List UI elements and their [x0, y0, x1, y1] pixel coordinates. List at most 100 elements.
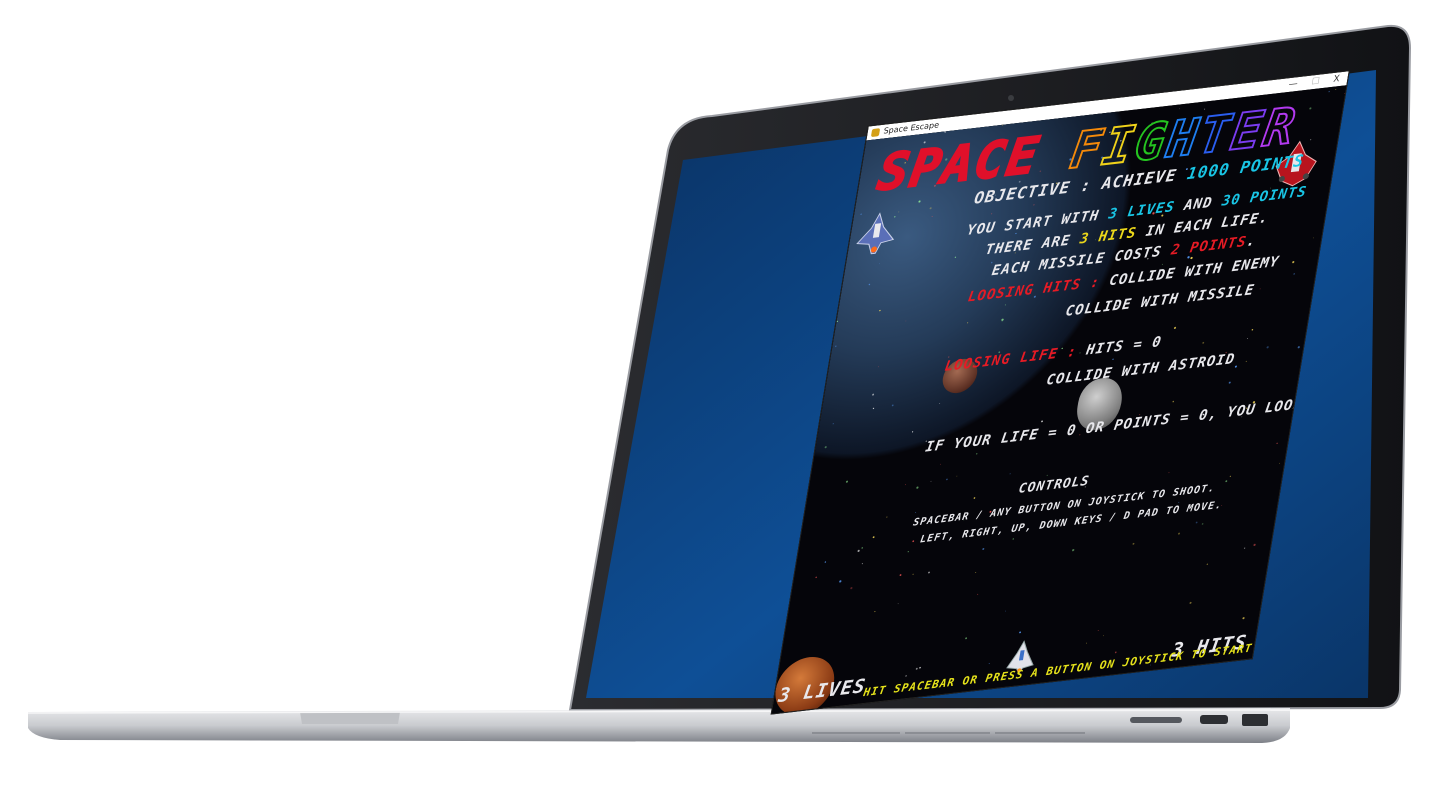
star [905, 320, 907, 322]
star [850, 586, 853, 590]
star [916, 486, 919, 489]
star [1046, 474, 1048, 476]
star [1242, 617, 1245, 620]
star [824, 561, 827, 563]
star [1195, 521, 1198, 524]
star [1313, 237, 1314, 239]
star [897, 603, 899, 605]
app-icon [870, 128, 881, 138]
star [976, 453, 978, 455]
star [1292, 261, 1295, 264]
star [1071, 548, 1075, 552]
star [874, 611, 876, 613]
star [1132, 542, 1135, 545]
star [967, 322, 969, 324]
star [1247, 338, 1248, 339]
star [1173, 326, 1177, 330]
star [1335, 88, 1337, 90]
star [1179, 108, 1181, 110]
laptop-mockup: Space Escape — ☐ X SPACE FIGHTER OBJECTI… [0, 0, 1440, 800]
star [977, 593, 979, 595]
star [946, 478, 948, 481]
star [879, 309, 881, 312]
star [1279, 462, 1280, 464]
minimize-button[interactable]: — [1287, 77, 1299, 92]
star [1225, 480, 1228, 483]
star [1253, 543, 1256, 547]
star [1309, 107, 1312, 110]
star [982, 547, 985, 551]
star [872, 407, 875, 410]
star [965, 637, 968, 640]
hdmi-port-icon [1200, 715, 1228, 724]
star [872, 536, 875, 539]
star [944, 131, 947, 133]
star [973, 497, 976, 499]
star [1328, 90, 1330, 93]
star [1276, 442, 1278, 444]
star [1114, 651, 1117, 654]
star [1243, 547, 1246, 549]
star [912, 573, 914, 575]
star [954, 256, 957, 258]
star [1012, 538, 1014, 540]
star [1251, 329, 1254, 331]
star [836, 320, 839, 322]
star [930, 480, 932, 482]
star [1001, 124, 1004, 126]
star [907, 551, 909, 553]
star [1009, 473, 1011, 475]
star [1177, 532, 1181, 535]
game-canvas[interactable]: SPACE FIGHTER OBJECTIVE: ACHIEVE 1000 P… [771, 85, 1347, 715]
star [1344, 93, 1345, 94]
close-button[interactable]: X [1332, 72, 1341, 87]
star [991, 213, 993, 215]
star [975, 571, 977, 573]
star [1019, 631, 1022, 634]
star [845, 480, 849, 483]
star [939, 403, 941, 404]
star [1201, 523, 1204, 525]
star [928, 571, 930, 574]
star [839, 580, 842, 583]
star [905, 484, 906, 486]
star [1168, 472, 1170, 474]
star [911, 431, 914, 433]
star [886, 516, 888, 518]
star [1206, 563, 1208, 565]
star [905, 675, 907, 677]
star [1228, 381, 1231, 384]
star [1259, 288, 1261, 290]
star [879, 263, 881, 265]
star [1172, 400, 1175, 403]
star [1202, 341, 1205, 344]
star [1189, 601, 1192, 604]
game-window: Space Escape — ☐ X SPACE FIGHTER OBJECTI… [770, 70, 1350, 715]
star [918, 200, 921, 203]
star [868, 283, 871, 286]
star [1086, 642, 1087, 644]
star [1005, 610, 1006, 612]
star [915, 512, 917, 513]
star [1102, 635, 1104, 637]
sd-slot-icon [1130, 717, 1182, 723]
star [912, 540, 915, 543]
star [861, 547, 864, 549]
star [891, 404, 894, 407]
star [1229, 475, 1231, 477]
star [988, 663, 990, 665]
star [899, 574, 902, 577]
star [877, 366, 879, 368]
star [824, 446, 827, 449]
star [815, 576, 817, 579]
star [857, 549, 860, 552]
star [915, 667, 918, 670]
star [1001, 321, 1003, 323]
star [1097, 630, 1099, 631]
star [1004, 304, 1006, 306]
star [1161, 263, 1163, 265]
maximize-button[interactable]: ☐ [1310, 75, 1321, 90]
star [872, 393, 875, 396]
star [834, 345, 837, 348]
star [919, 666, 921, 669]
